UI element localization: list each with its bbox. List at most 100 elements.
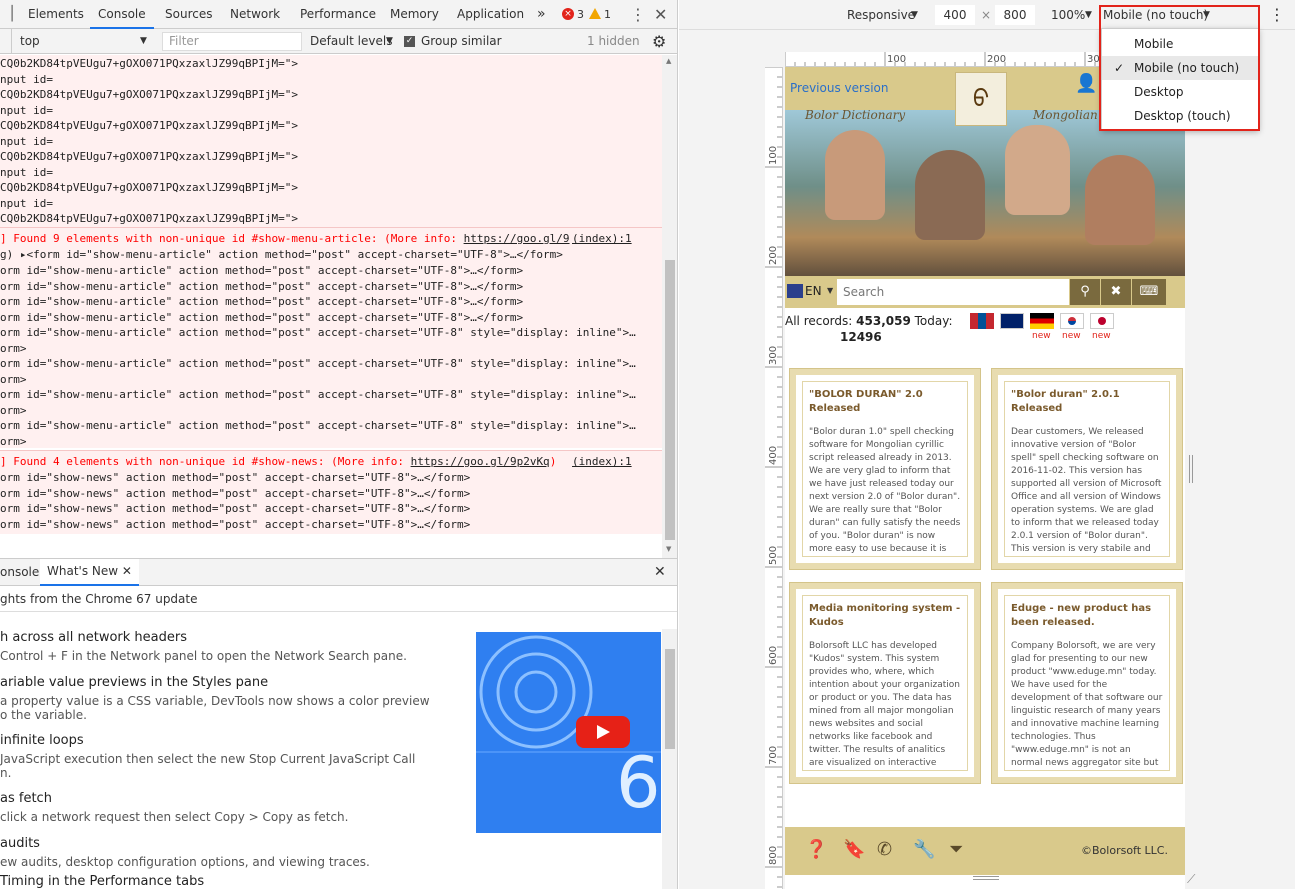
more-info-link[interactable]: https://goo.gl/9 [464,232,570,245]
clear-search-icon[interactable]: ✖ [1101,279,1131,305]
filter-input[interactable]: Filter [162,32,302,51]
tab-sources[interactable]: Sources [165,0,212,29]
error-node-line[interactable]: orm id="show-menu-article" action method… [0,294,523,310]
error-node-line[interactable]: orm> [0,372,27,388]
error-node-line[interactable]: orm> [0,403,27,419]
germany-flag-icon[interactable] [1030,313,1054,329]
device-options-kebab-icon[interactable]: ⋮ [1269,0,1285,30]
close-devtools-icon[interactable]: ✕ [654,0,667,29]
scrollbar-thumb[interactable] [665,260,675,540]
news-card[interactable]: Eduge - new product has been released. Co… [991,582,1183,784]
wrench-icon[interactable]: 🔧 [913,839,935,860]
error-icon[interactable]: × [562,8,574,20]
kebab-menu-icon[interactable]: ⋮ [630,0,646,29]
device-mode-select[interactable]: Responsive [847,0,915,30]
drawer-tab-whats-new[interactable]: What's New ✕ [40,559,139,586]
news-card-title[interactable]: "Bolor duran" 2.0.1 Released [1011,388,1163,416]
error-node-line[interactable]: orm id="show-menu-article" action method… [0,263,523,279]
filter-icon[interactable]: ⏷ [949,839,963,860]
mongolia-flag-icon[interactable] [970,313,994,329]
levels-dropdown[interactable]: Default levels [310,29,392,54]
source-link-2[interactable]: (index):1 [572,454,632,470]
error-node-line[interactable]: orm id="show-menu-article" action method… [0,279,523,295]
tab-memory[interactable]: Memory [390,0,439,29]
error-node-line[interactable]: orm id="show-news" action method="post" … [0,470,470,486]
more-info-link-2[interactable]: https://goo.gl/9p2vKq [411,455,550,468]
levels-dropdown-icon[interactable]: ▼ [386,29,393,54]
error-node-line[interactable]: orm id="show-menu-article" action method… [0,325,636,341]
tab-elements[interactable]: Elements [28,0,84,29]
tab-application[interactable]: Application [457,0,524,29]
error-node-line[interactable]: orm id="show-menu-article" action method… [0,387,636,403]
whats-new-item-title[interactable]: as fetch [0,791,52,806]
news-card[interactable]: "BOLOR DURAN" 2.0 Released "Bolor duran 1… [789,368,981,570]
settings-gear-icon[interactable]: ⚙ [652,29,666,54]
resize-handle-bottom[interactable] [973,876,999,880]
error-node-line[interactable]: orm id="show-news" action method="post" … [0,501,470,517]
keyboard-icon[interactable]: ⌨ [1132,279,1166,305]
drawer-scrollbar[interactable] [662,629,677,889]
whats-new-item-title[interactable]: infinite loops [0,733,84,748]
news-card-title[interactable]: Eduge - new product has been released. [1011,602,1163,630]
whats-new-item-title[interactable]: Timing in the Performance tabs [0,874,204,889]
zoom-select[interactable]: 100% [1051,0,1085,30]
close-drawer-icon[interactable]: ✕ [654,559,666,586]
error-node-line[interactable]: orm id="show-news" action method="post" … [0,517,470,533]
viewport-height-input[interactable]: 800 [995,5,1035,25]
context-selector[interactable]: top [20,29,40,54]
context-dropdown-icon[interactable]: ▼ [140,29,147,54]
japan-flag-icon[interactable] [1090,313,1114,329]
error-node-line[interactable]: orm> [0,434,27,450]
console-scrollbar[interactable]: ▲ ▼ [662,55,677,558]
news-card-title[interactable]: "BOLOR DURAN" 2.0 Released [809,388,961,416]
zoom-dropdown-icon[interactable]: ▼ [1085,0,1092,30]
whats-new-item-title[interactable]: ariable value previews in the Styles pan… [0,675,268,690]
news-card[interactable]: "Bolor duran" 2.0.1 Released Dear custome… [991,368,1183,570]
tab-console[interactable]: Console [90,0,154,29]
language-selector[interactable]: EN [805,284,822,298]
more-tabs-button[interactable]: » [537,0,546,29]
group-similar-checkbox[interactable]: ✓ [404,36,415,47]
scroll-down-icon[interactable]: ▼ [666,545,671,553]
error-node-line[interactable]: orm id="show-news" action method="post" … [0,486,470,502]
help-icon[interactable]: ❓ [805,839,827,860]
news-card[interactable]: Media monitoring system - Kudos Bolorsoft… [789,582,981,784]
viewport-width-input[interactable]: 400 [935,5,975,25]
youtube-play-icon[interactable] [576,716,630,748]
bolor-logo[interactable]: ᠪ [955,72,1007,126]
drawer-tab-console[interactable]: onsole [0,559,39,586]
search-input[interactable]: Search [837,279,1069,305]
resize-corner-icon[interactable]: ⟋ [1187,872,1195,887]
error-node-line[interactable]: orm> [0,341,27,357]
console-line: CQ0b2KD84tpVEUgu7+gOXO071PQxzaxlJZ99qBPI… [0,150,299,163]
whats-new-item-title[interactable]: h across all network headers [0,630,187,645]
drawer-scrollbar-thumb[interactable] [665,649,675,749]
bookmark-icon[interactable]: 🔖 [843,839,865,860]
error-first-node[interactable]: g) ▸<form id="show-menu-article" action … [0,247,563,263]
tab-network[interactable]: Network [230,0,280,29]
uk-flag-icon-2[interactable] [1000,313,1024,329]
dock-icon[interactable]: │ [8,0,16,29]
source-link[interactable]: (index):1 [572,231,632,247]
previous-version-link[interactable]: Previous version [790,81,888,95]
sidebar-toggle-icon[interactable] [0,29,12,53]
resize-handle-right[interactable] [1189,455,1193,483]
device-mode-dropdown-icon[interactable]: ▼ [911,0,918,30]
scroll-up-icon[interactable]: ▲ [666,57,671,65]
tab-performance[interactable]: Performance [300,0,376,29]
korea-flag-icon[interactable] [1060,313,1084,329]
warning-count[interactable]: 1 [604,0,611,29]
search-button-icon[interactable]: ⚲ [1070,279,1100,305]
chrome-67-video-thumbnail[interactable]: 6 [476,632,661,833]
error-count[interactable]: 3 [577,0,584,29]
whats-new-item-title[interactable]: audits [0,836,40,851]
language-dropdown-icon[interactable]: ▼ [827,286,833,295]
error-node-line[interactable]: orm id="show-menu-article" action method… [0,310,523,326]
warning-icon[interactable] [589,8,601,19]
user-icon[interactable]: 👤 [1075,73,1097,94]
error-node-line[interactable]: orm id="show-menu-article" action method… [0,418,636,434]
close-tab-icon[interactable]: ✕ [122,564,132,578]
news-card-title[interactable]: Media monitoring system - Kudos [809,602,961,630]
error-node-line[interactable]: orm id="show-menu-article" action method… [0,356,636,372]
phone-icon[interactable]: ✆ [877,839,892,860]
